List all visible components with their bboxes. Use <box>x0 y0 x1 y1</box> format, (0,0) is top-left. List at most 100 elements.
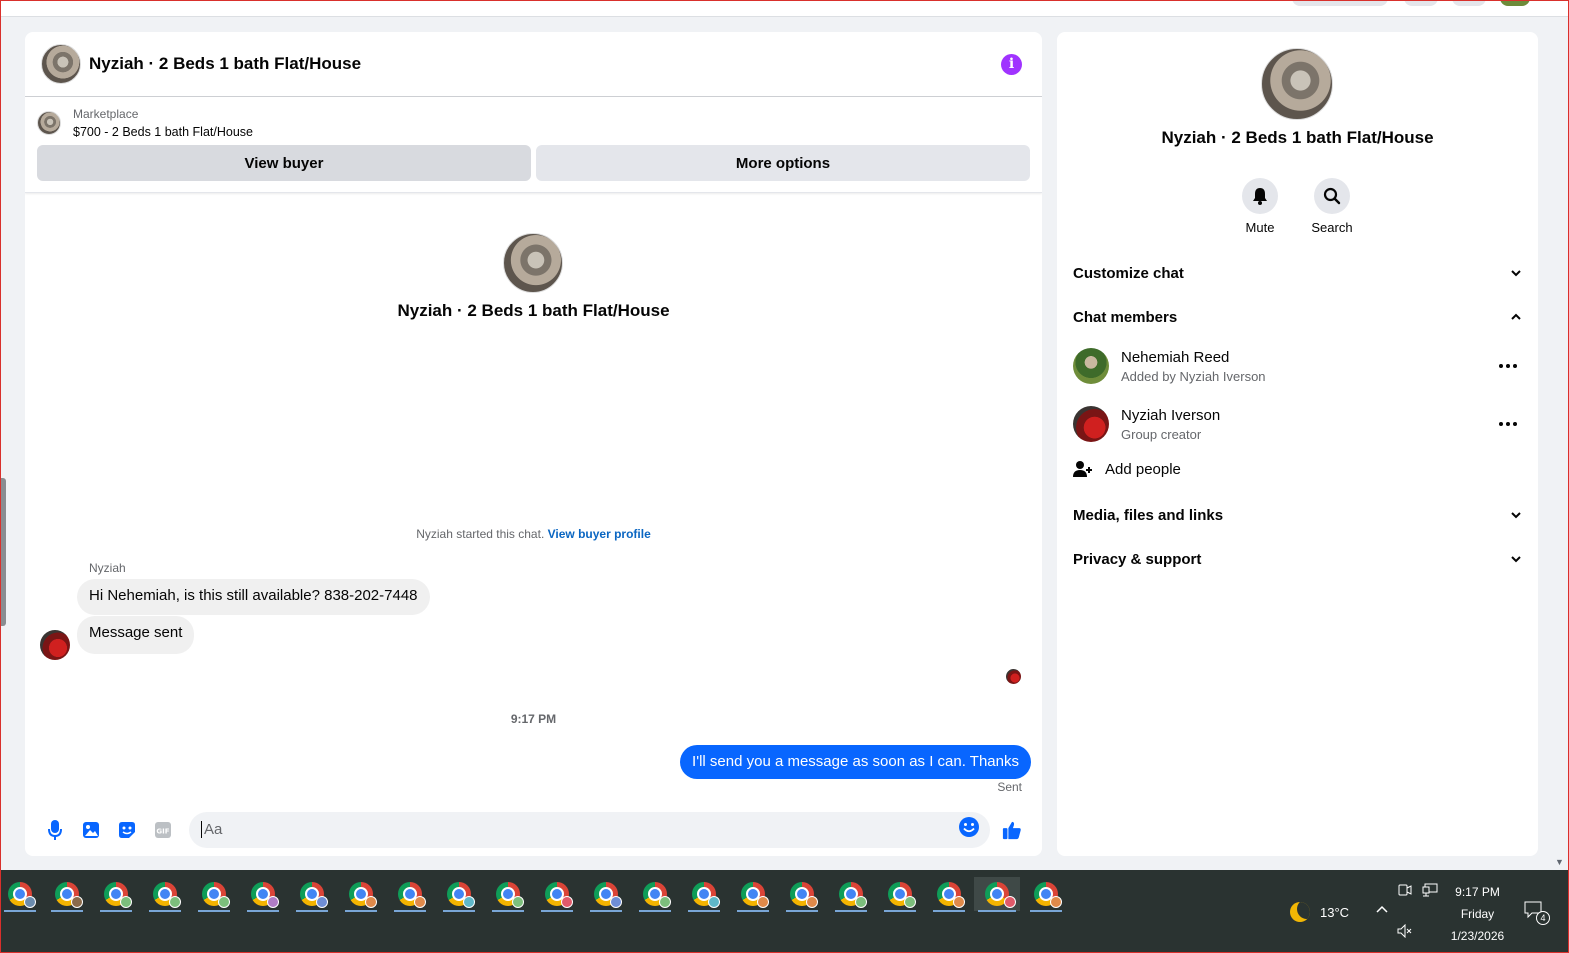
taskbar-chrome-app[interactable] <box>0 877 40 912</box>
mute-action[interactable]: Mute <box>1230 178 1290 235</box>
intro-name: Nyziah · 2 Beds 1 bath Flat/House <box>397 301 670 320</box>
chat-avatar[interactable] <box>41 44 81 84</box>
message-input[interactable] <box>201 821 958 838</box>
search-icon[interactable] <box>1314 178 1350 214</box>
taskbar-chrome-app[interactable] <box>439 877 479 912</box>
chat-title[interactable]: Nyziah · 2 Beds 1 bath Flat/House <box>89 54 361 74</box>
search-label: Search <box>1311 220 1353 235</box>
taskbar-chrome-app[interactable] <box>880 877 920 912</box>
chevron-down-icon <box>1511 556 1521 563</box>
seen-indicator-avatar <box>1006 669 1021 684</box>
taskbar-chrome-app[interactable] <box>537 877 577 912</box>
top-pill[interactable] <box>1404 0 1438 6</box>
emoji-icon[interactable] <box>958 816 980 843</box>
view-buyer-profile-link[interactable]: View buyer profile <box>548 527 651 541</box>
more-options-button[interactable]: More options <box>536 145 1030 181</box>
member-subtitle: Added by Nyziah Iverson <box>1121 368 1266 384</box>
chat-header: Nyziah · 2 Beds 1 bath Flat/House i <box>25 32 1042 97</box>
view-buyer-button[interactable]: View buyer <box>37 145 531 181</box>
taskbar-chrome-app[interactable] <box>1026 877 1066 912</box>
taskbar-chrome-app[interactable] <box>194 877 234 912</box>
customize-chat-section[interactable]: Customize chat <box>1073 261 1522 285</box>
top-pill[interactable] <box>1292 0 1388 6</box>
chevron-up-icon[interactable] <box>1375 902 1389 917</box>
notification-center-icon[interactable]: 4 <box>1524 901 1550 925</box>
started-text: Nyziah started this chat. <box>416 527 545 541</box>
microphone-icon[interactable] <box>45 819 65 840</box>
member-row[interactable]: Nyziah Iverson Group creator <box>1073 404 1522 444</box>
outgoing-message[interactable]: I'll send you a message as soon as I can… <box>680 745 1031 779</box>
browser-top-strip <box>0 0 1569 17</box>
add-people-button[interactable]: Add people <box>1073 460 1181 478</box>
section-title: Privacy & support <box>1073 550 1202 568</box>
clock-date: 1/23/2026 <box>1450 929 1505 943</box>
member-subtitle: Group creator <box>1121 426 1202 442</box>
message-timestamp: 9:17 PM <box>510 712 557 726</box>
image-icon[interactable] <box>81 820 101 840</box>
incoming-message[interactable]: Message sent <box>77 616 195 654</box>
member-name: Nyziah Iverson <box>1121 406 1221 424</box>
profile-avatar[interactable] <box>1500 0 1530 6</box>
bell-icon[interactable] <box>1242 178 1278 214</box>
info-icon[interactable]: i <box>1001 53 1022 75</box>
sticker-icon[interactable] <box>117 820 137 840</box>
meet-icon[interactable] <box>1398 883 1412 900</box>
more-options-icon[interactable] <box>1498 356 1518 376</box>
left-scrollbar[interactable] <box>0 478 6 626</box>
moon-icon <box>1290 902 1310 922</box>
media-files-links-section[interactable]: Media, files and links <box>1073 503 1522 527</box>
taskbar-chrome-app[interactable] <box>96 877 136 912</box>
mute-label: Mute <box>1245 220 1275 235</box>
more-options-icon[interactable] <box>1498 414 1518 434</box>
taskbar-chrome-app[interactable] <box>390 877 430 912</box>
taskbar-chrome-app-active[interactable] <box>974 877 1020 912</box>
taskbar-chrome-app[interactable] <box>145 877 185 912</box>
system-clock[interactable]: 9:17 PM Friday 1/23/2026 <box>1440 881 1515 947</box>
taskbar-chrome-app[interactable] <box>929 877 969 912</box>
gif-icon[interactable]: GIF <box>153 820 173 840</box>
chevron-down-icon <box>1511 270 1521 277</box>
member-avatar[interactable] <box>1073 348 1109 384</box>
member-name: Nehemiah Reed <box>1121 348 1230 366</box>
listing-thumbnail[interactable] <box>37 111 61 135</box>
chevron-down-icon <box>1511 512 1521 519</box>
volume-muted-icon[interactable] <box>1397 923 1413 941</box>
chat-details-panel: Nyziah · 2 Beds 1 bath Flat/House Mute S… <box>1057 32 1538 856</box>
member-avatar[interactable] <box>1073 406 1109 442</box>
message-status: Sent <box>997 780 1022 794</box>
weather-widget[interactable]: 13°C <box>1290 902 1349 922</box>
intro-avatar[interactable] <box>503 233 563 293</box>
details-avatar[interactable] <box>1261 48 1333 120</box>
taskbar-chrome-app[interactable] <box>586 877 626 912</box>
message-thread: Nyziah · 2 Beds 1 bath Flat/House Nyziah… <box>25 193 1042 803</box>
section-title: Chat members <box>1073 308 1178 326</box>
taskbar-chrome-app[interactable] <box>341 877 381 912</box>
incoming-message[interactable]: Hi Nehemiah, is this still available? 83… <box>77 579 430 615</box>
thumbs-up-icon[interactable] <box>1002 820 1022 840</box>
taskbar-chrome-app[interactable] <box>243 877 283 912</box>
top-pill[interactable] <box>1452 0 1486 6</box>
taskbar-chrome-app[interactable] <box>292 877 332 912</box>
taskbar-chrome-app[interactable] <box>733 877 773 912</box>
sender-avatar[interactable] <box>40 630 70 660</box>
member-row[interactable]: Nehemiah Reed Added by Nyziah Iverson <box>1073 346 1522 386</box>
clock-time: 9:17 PM <box>1455 885 1500 899</box>
chat-panel: Nyziah · 2 Beds 1 bath Flat/House i Mark… <box>25 32 1042 856</box>
message-input-box[interactable] <box>189 811 990 848</box>
svg-text:GIF: GIF <box>156 827 169 835</box>
scroll-down-arrow-icon[interactable]: ▼ <box>1555 857 1564 867</box>
taskbar-chrome-app[interactable] <box>488 877 528 912</box>
network-icon[interactable] <box>1422 883 1438 900</box>
taskbar-chrome-app[interactable] <box>684 877 724 912</box>
privacy-support-section[interactable]: Privacy & support <box>1073 547 1522 571</box>
taskbar-chrome-app[interactable] <box>831 877 871 912</box>
search-action[interactable]: Search <box>1302 178 1362 235</box>
taskbar-chrome-app[interactable] <box>782 877 822 912</box>
chat-members-section[interactable]: Chat members <box>1073 305 1522 329</box>
sender-name: Nyziah <box>89 561 126 575</box>
listing-description[interactable]: $700 - 2 Beds 1 bath Flat/House <box>73 125 253 139</box>
weather-temp: 13°C <box>1320 904 1350 920</box>
taskbar-chrome-app[interactable] <box>635 877 675 912</box>
add-people-label: Add people <box>1105 460 1181 478</box>
taskbar-chrome-app[interactable] <box>47 877 87 912</box>
